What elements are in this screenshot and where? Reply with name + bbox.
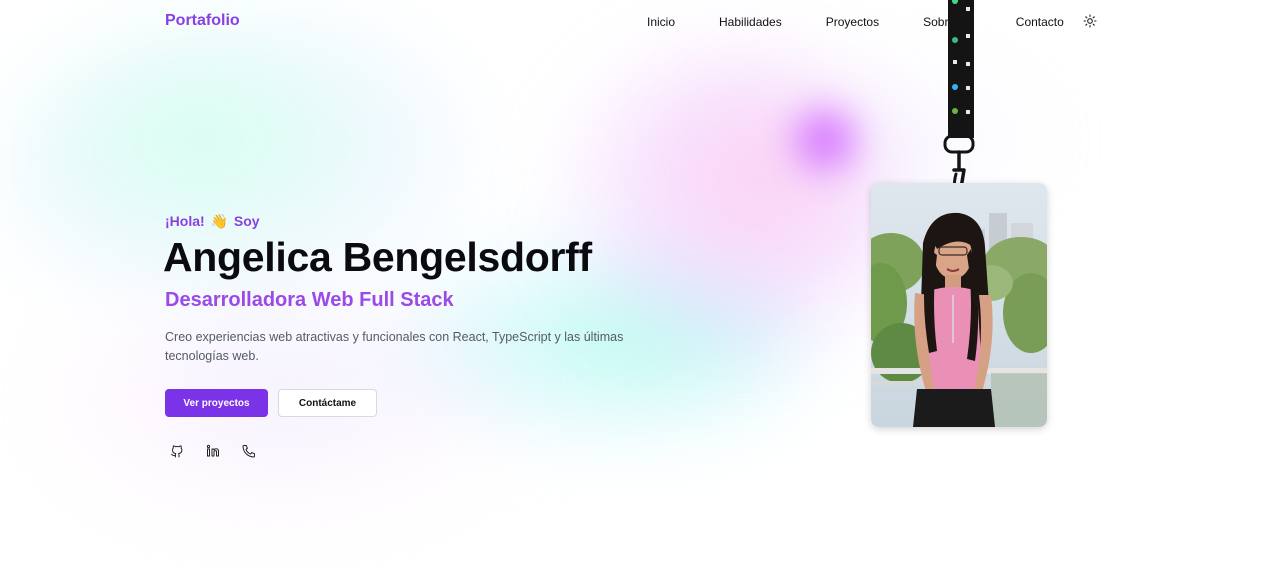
hero-greeting: ¡Hola! 👋 Soy: [165, 213, 260, 230]
nav-habilidades[interactable]: Habilidades: [719, 15, 782, 29]
linkedin-link[interactable]: [205, 443, 221, 459]
view-projects-button[interactable]: Ver proyectos: [165, 389, 268, 417]
wave-emoji: 👋: [210, 213, 228, 229]
strap-mark: [966, 7, 970, 11]
strap-mark: [966, 34, 970, 38]
linkedin-icon: [206, 444, 219, 457]
greeting-suffix: Soy: [233, 213, 260, 229]
nav-contacto[interactable]: Contacto: [1016, 15, 1064, 29]
strap-mark: [966, 62, 970, 66]
strap-mark: [966, 86, 970, 90]
greeting-prefix: ¡Hola!: [165, 213, 205, 229]
phone-icon: [242, 445, 255, 458]
profile-photo: [871, 183, 1047, 427]
react-icon: [952, 84, 958, 90]
smoke-blob: [780, 95, 870, 185]
contact-me-button[interactable]: Contáctame: [278, 389, 377, 417]
theme-toggle-button[interactable]: [1083, 14, 1097, 28]
profile-badge[interactable]: [871, 183, 1047, 427]
hero-name: Angelica Bengelsdorff: [163, 234, 592, 280]
spring-icon: [952, 108, 958, 114]
lanyard-strap[interactable]: [948, 0, 974, 138]
vue-icon: [952, 37, 958, 43]
nav-inicio[interactable]: Inicio: [647, 15, 675, 29]
background-smoke: [0, 0, 1280, 574]
smoke-blob: [560, 60, 890, 360]
github-link[interactable]: [169, 443, 185, 459]
phone-link[interactable]: [241, 443, 257, 459]
hero-description: Creo experiencias web atractivas y funci…: [165, 330, 624, 363]
site-logo[interactable]: Portafolio: [165, 12, 240, 30]
node-icon: [952, 0, 958, 4]
hero-role: Desarrolladora Web Full Stack: [165, 289, 454, 311]
nav-proyectos[interactable]: Proyectos: [826, 15, 879, 29]
main-nav: Inicio Habilidades Proyectos Sobre mí Co…: [647, 15, 1108, 29]
sun-icon: [1083, 14, 1097, 28]
strap-mark: [966, 110, 970, 114]
github-icon: [171, 445, 183, 458]
strap-mark: [953, 60, 957, 64]
